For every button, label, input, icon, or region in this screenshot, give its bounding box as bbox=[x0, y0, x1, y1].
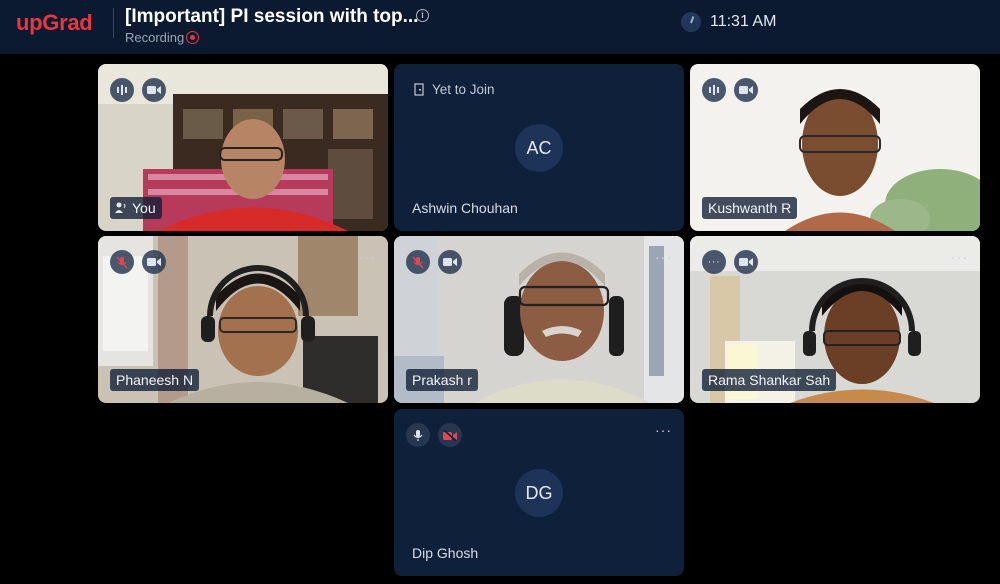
more-options-icon[interactable]: ··· bbox=[655, 423, 672, 437]
video-tile-prakash-r[interactable]: ··· Prakash r bbox=[394, 236, 684, 403]
video-camera-icon bbox=[443, 258, 457, 266]
audio-level-button[interactable] bbox=[702, 78, 726, 102]
microphone-icon bbox=[413, 429, 423, 441]
video-tile-kushwanth-r[interactable]: Kushwanth R bbox=[690, 64, 980, 231]
session-title: [Important] PI session with top... bbox=[125, 6, 419, 27]
camera-button[interactable] bbox=[734, 78, 758, 102]
more-options-icon[interactable]: ··· bbox=[951, 250, 968, 264]
participant-name: Dip Ghosh bbox=[412, 545, 479, 561]
clock-icon bbox=[681, 12, 701, 32]
recording-indicator-icon bbox=[186, 31, 199, 44]
camera-button[interactable] bbox=[142, 250, 166, 274]
video-camera-icon bbox=[147, 86, 161, 94]
camera-button[interactable] bbox=[142, 78, 166, 102]
camera-button[interactable] bbox=[734, 250, 758, 274]
participant-name: Ashwin Chouhan bbox=[412, 200, 518, 216]
more-options-icon[interactable]: ··· bbox=[359, 250, 376, 264]
audio-wave-icon bbox=[709, 85, 719, 95]
avatar: AC bbox=[515, 124, 563, 172]
mic-muted-button[interactable] bbox=[110, 250, 134, 274]
participant-name: Prakash r bbox=[406, 369, 478, 391]
mic-muted-icon bbox=[116, 256, 128, 268]
door-enter-icon bbox=[414, 83, 424, 96]
mic-muted-button[interactable] bbox=[406, 250, 430, 274]
upgrad-logo: upGrad bbox=[16, 10, 93, 35]
divider bbox=[113, 8, 114, 38]
video-camera-icon bbox=[739, 86, 753, 94]
participant-name-text: You bbox=[132, 200, 156, 216]
mic-button[interactable] bbox=[406, 423, 430, 447]
ellipsis-icon: ··· bbox=[707, 256, 721, 268]
mic-muted-icon bbox=[412, 256, 424, 268]
camera-off-button[interactable] bbox=[438, 423, 462, 447]
video-tile-rama-shankar-sah[interactable]: ··· ··· Rama Shankar Sah bbox=[690, 236, 980, 403]
participant-name: You bbox=[110, 197, 162, 219]
avatar: DG bbox=[515, 469, 563, 517]
speaker-icon bbox=[115, 202, 126, 213]
video-tile-phaneesh-n[interactable]: ··· Phaneesh N bbox=[98, 236, 388, 403]
video-camera-icon bbox=[739, 258, 753, 266]
join-status: Yet to Join bbox=[432, 82, 495, 97]
camera-button[interactable] bbox=[438, 250, 462, 274]
current-time: 11:31 AM bbox=[710, 13, 777, 30]
video-camera-icon bbox=[147, 258, 161, 266]
more-button[interactable]: ··· bbox=[702, 250, 726, 274]
more-options-icon[interactable]: ··· bbox=[655, 250, 672, 264]
top-bar: upGrad [Important] PI session with top..… bbox=[0, 0, 1000, 54]
video-tile-ashwin-chouhan[interactable]: Yet to Join AC Ashwin Chouhan bbox=[394, 64, 684, 231]
participant-name: Kushwanth R bbox=[702, 197, 798, 219]
video-camera-off-icon bbox=[443, 429, 457, 441]
audio-wave-icon bbox=[117, 85, 127, 95]
participant-name: Rama Shankar Sah bbox=[702, 369, 837, 391]
video-tile-dip-ghosh[interactable]: ··· DG Dip Ghosh bbox=[394, 409, 684, 576]
recording-label: Recording bbox=[125, 30, 185, 45]
audio-level-button[interactable] bbox=[110, 78, 134, 102]
info-icon[interactable]: i bbox=[416, 9, 429, 22]
video-tile-you[interactable]: You bbox=[98, 64, 388, 231]
participant-name: Phaneesh N bbox=[110, 369, 200, 391]
